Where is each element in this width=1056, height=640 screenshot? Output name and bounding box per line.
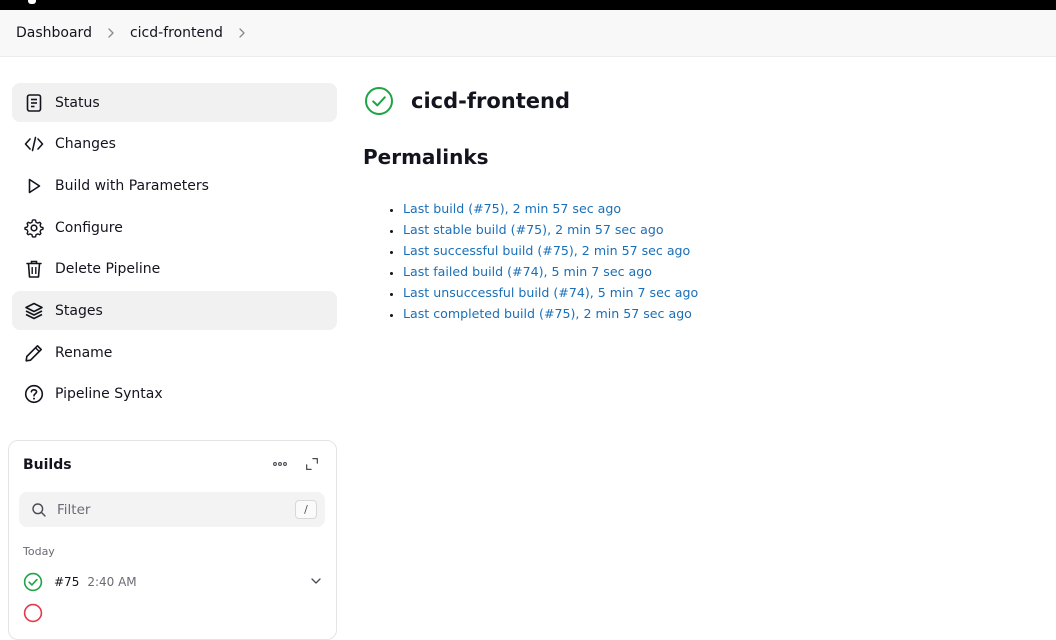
list-item: Last unsuccessful build (#74), 5 min 7 s… [403,282,698,303]
chevron-right-icon[interactable] [237,28,247,38]
build-number: #75 [54,575,80,589]
success-check-icon [23,572,43,592]
layers-icon [23,300,45,322]
builds-filter: / [19,492,325,527]
permalink-last-unsuccessful-build[interactable]: Last unsuccessful build (#74), 5 min 7 s… [403,285,698,300]
sidebar-item-rename[interactable]: Rename [12,333,337,372]
failure-icon [23,603,43,623]
sidebar-item-pipeline-syntax[interactable]: Pipeline Syntax [12,375,337,414]
builds-panel: Builds / Today #75 2:40 AM [8,440,337,640]
permalink-last-completed-build[interactable]: Last completed build (#75), 2 min 57 sec… [403,306,692,321]
expand-icon[interactable] [303,455,321,473]
chevron-right-icon[interactable] [106,28,116,38]
sidebar-item-stages[interactable]: Stages [12,291,337,331]
sidebar-item-label: Changes [55,136,116,153]
job-title-row: cicd-frontend [364,86,570,116]
sidebar-item-label: Delete Pipeline [55,261,161,278]
breadcrumb-cicd-frontend[interactable]: cicd-frontend [130,25,223,41]
page-title: cicd-frontend [411,89,570,113]
sidebar: Status Changes Build with Parameters Con… [12,83,337,417]
sidebar-item-label: Pipeline Syntax [55,386,163,403]
pencil-icon [23,342,45,364]
permalink-last-failed-build[interactable]: Last failed build (#74), 5 min 7 sec ago [403,264,652,279]
breadcrumb-dashboard[interactable]: Dashboard [16,25,92,41]
play-icon [23,175,45,197]
sidebar-item-changes[interactable]: Changes [12,125,337,164]
document-icon [23,92,45,114]
list-item: Last completed build (#75), 2 min 57 sec… [403,303,698,324]
sidebar-item-label: Stages [55,302,103,319]
builds-group-label: Today [23,545,55,558]
gear-icon [23,217,45,239]
build-time: 2:40 AM [87,575,137,589]
sidebar-item-label: Configure [55,219,123,236]
list-item: Last build (#75), 2 min 57 sec ago [403,198,698,219]
sidebar-item-configure[interactable]: Configure [12,208,337,247]
builds-title: Builds [23,457,72,473]
breadcrumb: Dashboard cicd-frontend [0,10,1056,57]
permalinks-heading: Permalinks [363,145,489,169]
sidebar-item-label: Build with Parameters [55,177,209,194]
more-options-icon[interactable] [271,455,289,473]
sidebar-item-label: Rename [55,344,113,361]
builds-filter-input[interactable] [57,501,287,518]
permalinks-list: Last build (#75), 2 min 57 sec ago Last … [403,198,698,324]
trash-icon [23,258,45,280]
list-item: Last successful build (#75), 2 min 57 se… [403,240,698,261]
sidebar-item-delete-pipeline[interactable]: Delete Pipeline [12,250,337,289]
build-row[interactable]: #75 2:40 AM [23,571,323,593]
chevron-down-icon[interactable] [309,574,323,588]
permalink-last-successful-build[interactable]: Last successful build (#75), 2 min 57 se… [403,243,690,258]
keyboard-shortcut-hint: / [295,500,317,519]
sidebar-item-status[interactable]: Status [12,83,337,122]
help-circle-icon [23,383,45,405]
list-item: Last stable build (#75), 2 min 57 sec ag… [403,219,698,240]
sidebar-item-build-with-parameters[interactable]: Build with Parameters [12,166,337,205]
top-header-bar [0,0,1056,10]
permalink-last-stable-build[interactable]: Last stable build (#75), 2 min 57 sec ag… [403,222,664,237]
code-icon [23,133,45,155]
sidebar-item-label: Status [55,94,100,111]
permalink-last-build[interactable]: Last build (#75), 2 min 57 sec ago [403,201,621,216]
success-check-icon [365,87,393,115]
list-item: Last failed build (#74), 5 min 7 sec ago [403,261,698,282]
search-icon [32,502,46,517]
jenkins-logo[interactable] [28,0,36,4]
